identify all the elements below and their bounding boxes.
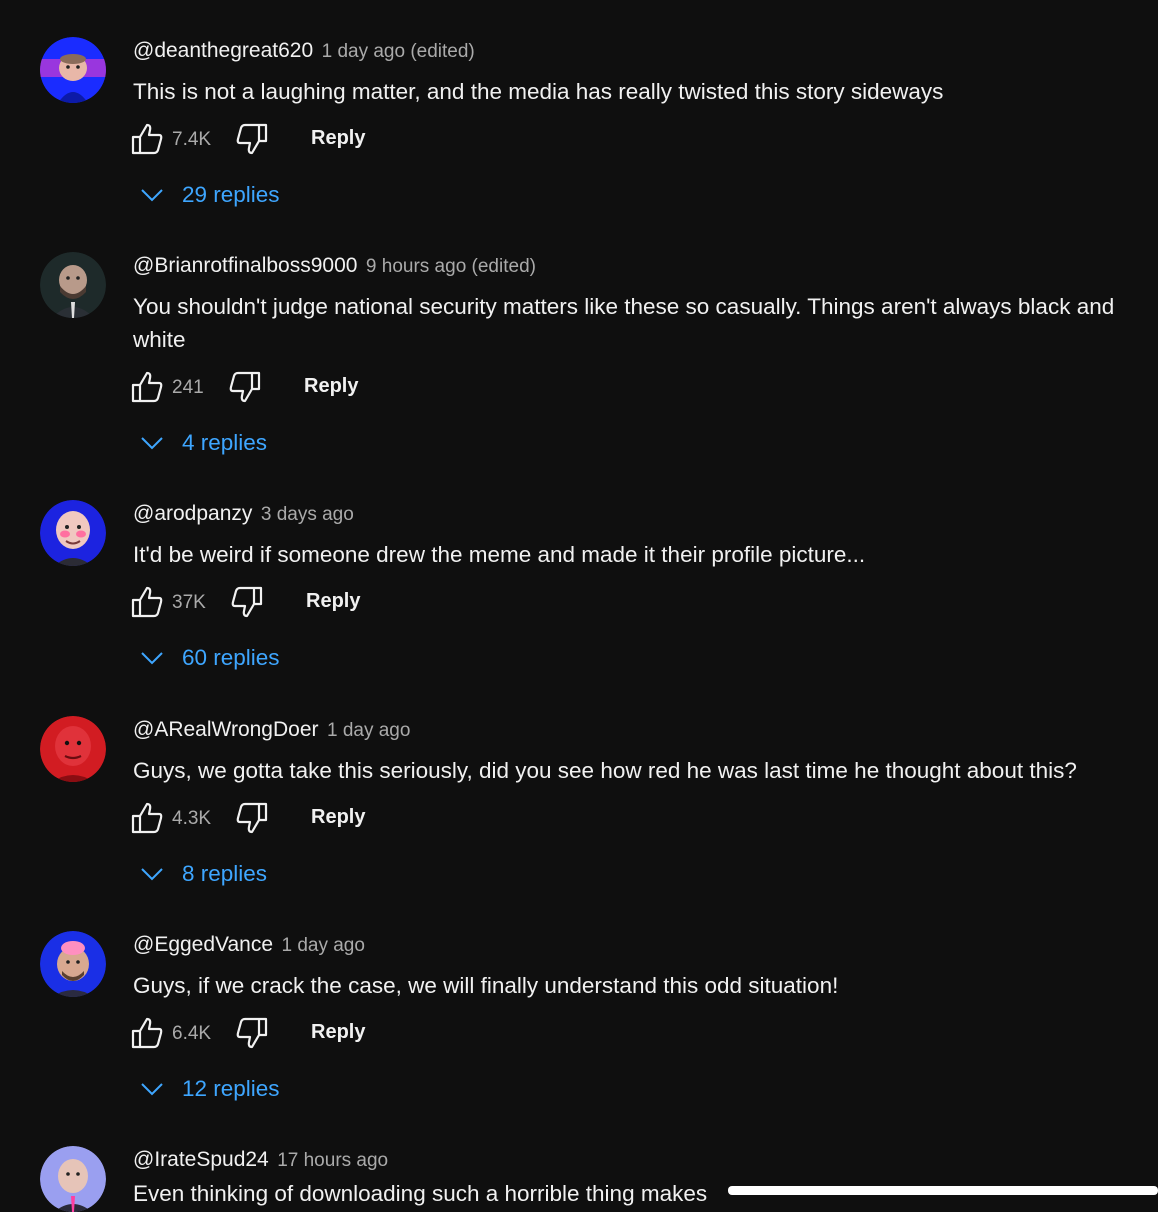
replies-count: 4 replies <box>182 430 268 455</box>
chevron-down-icon <box>140 862 164 886</box>
comment-text: This is not a laughing matter, and the m… <box>133 79 944 104</box>
avatar[interactable] <box>40 37 106 103</box>
comment-meta: @EggedVance 1 day ago <box>133 933 365 957</box>
view-replies-button[interactable]: 8 replies <box>140 857 267 891</box>
comment-author[interactable]: @IrateSpud24 <box>133 1148 269 1171</box>
like-count: 241 <box>172 377 204 398</box>
view-replies-button[interactable]: 4 replies <box>140 426 267 460</box>
replies-count: 8 replies <box>182 861 268 886</box>
comment-time[interactable]: 1 day ago <box>327 720 410 741</box>
thumbs-down-icon[interactable] <box>230 585 264 619</box>
comment-time[interactable]: 17 hours ago <box>277 1150 388 1171</box>
view-replies-button[interactable]: 60 replies <box>140 641 280 675</box>
comment-author[interactable]: @EggedVance <box>133 933 273 956</box>
comment-time[interactable]: 1 day ago (edited) <box>322 41 475 62</box>
avatar[interactable] <box>40 1146 106 1212</box>
avatar-image-icon <box>40 37 106 103</box>
thumbs-up-icon[interactable] <box>130 370 164 404</box>
chevron-down-icon <box>140 431 164 455</box>
thumbs-up-icon[interactable] <box>130 1016 164 1050</box>
comment-text: Even thinking of downloading such a horr… <box>133 1181 708 1206</box>
comment-text: Guys, if we crack the case, we will fina… <box>133 973 839 998</box>
comment-time[interactable]: 3 days ago <box>261 504 354 525</box>
avatar-image-icon <box>40 716 106 782</box>
thumbs-down-icon[interactable] <box>235 801 269 835</box>
chevron-down-icon <box>140 183 164 207</box>
replies-count: 12 replies <box>182 1076 280 1101</box>
reply-button[interactable]: Reply <box>311 127 365 150</box>
comment-meta: @ARealWrongDoer 1 day ago <box>133 718 410 742</box>
thumbs-down-icon[interactable] <box>235 122 269 156</box>
thumbs-down-icon[interactable] <box>228 370 262 404</box>
avatar[interactable] <box>40 716 106 782</box>
comment-author[interactable]: @Brianrotfinalboss9000 <box>133 254 357 277</box>
thumbs-up-icon[interactable] <box>130 801 164 835</box>
reply-button[interactable]: Reply <box>304 375 358 398</box>
view-replies-button[interactable]: 29 replies <box>140 178 280 212</box>
avatar[interactable] <box>40 931 106 997</box>
avatar-image-icon <box>40 931 106 997</box>
comment-meta: @IrateSpud24 17 hours ago <box>133 1148 388 1172</box>
comment-author[interactable]: @arodpanzy <box>133 502 252 525</box>
like-count: 4.3K <box>172 808 212 829</box>
thumbs-down-icon[interactable] <box>235 1016 269 1050</box>
thumbs-up-icon[interactable] <box>130 122 164 156</box>
replies-count: 60 replies <box>182 645 280 670</box>
comment-meta: @arodpanzy 3 days ago <box>133 502 354 526</box>
comment-time[interactable]: 1 day ago <box>281 935 364 956</box>
comment-text: You shouldn't judge national security ma… <box>133 294 1115 352</box>
avatar[interactable] <box>40 252 106 318</box>
avatar-image-icon <box>40 500 106 566</box>
like-count: 37K <box>172 592 206 613</box>
avatar[interactable] <box>40 500 106 566</box>
comment-meta: @Brianrotfinalboss9000 9 hours ago (edit… <box>133 254 536 278</box>
reply-button[interactable]: Reply <box>311 1021 365 1044</box>
avatar-image-icon <box>40 252 106 318</box>
comment-text: It'd be weird if someone drew the meme a… <box>133 542 866 567</box>
like-count: 6.4K <box>172 1023 212 1044</box>
view-replies-button[interactable]: 12 replies <box>140 1072 280 1106</box>
thumbs-up-icon[interactable] <box>130 585 164 619</box>
chevron-down-icon <box>140 646 164 670</box>
reply-button[interactable]: Reply <box>306 590 360 613</box>
comment-text: Guys, we gotta take this seriously, did … <box>133 758 1077 783</box>
overlay-bar <box>728 1186 1158 1195</box>
reply-button[interactable]: Reply <box>311 806 365 829</box>
comment-meta: @deanthegreat620 1 day ago (edited) <box>133 39 475 63</box>
comment-author[interactable]: @ARealWrongDoer <box>133 718 319 741</box>
avatar-image-icon <box>40 1146 106 1212</box>
comment-author[interactable]: @deanthegreat620 <box>133 39 313 62</box>
comment-time[interactable]: 9 hours ago (edited) <box>366 256 536 277</box>
replies-count: 29 replies <box>182 182 280 207</box>
chevron-down-icon <box>140 1077 164 1101</box>
like-count: 7.4K <box>172 129 212 150</box>
